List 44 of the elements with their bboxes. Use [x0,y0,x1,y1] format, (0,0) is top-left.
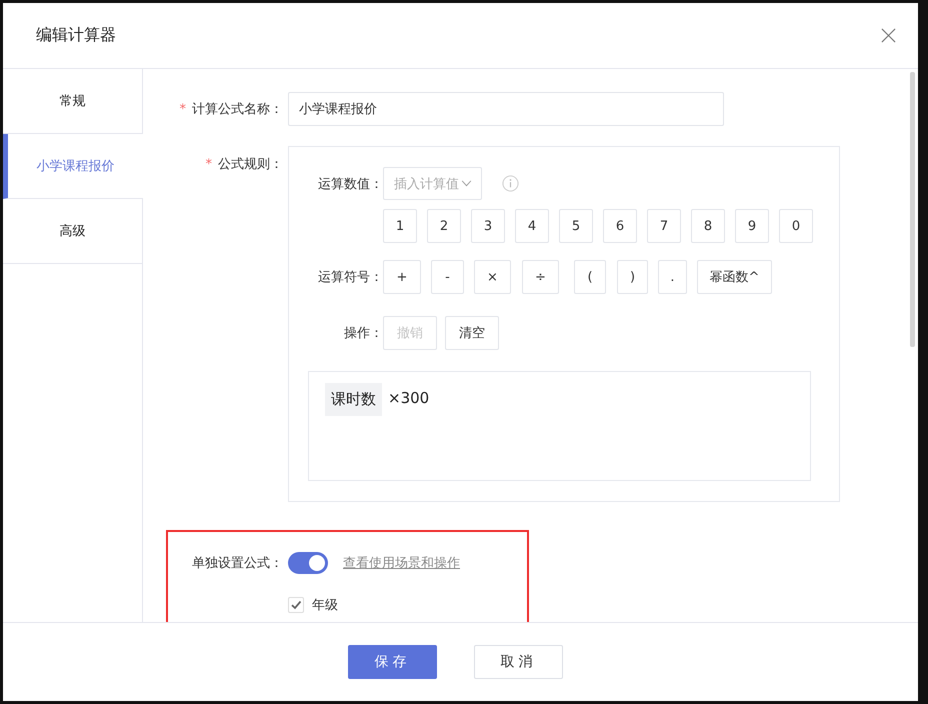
row-label: 运算数值： [317,176,383,192]
close-icon[interactable] [881,28,896,43]
digit-key[interactable]: 7 [647,209,681,243]
operator-key[interactable]: ( [574,260,606,294]
field-label: 公式规则： [218,156,283,173]
row-label: 操作： [343,325,383,342]
dialog-title: 编辑计算器 [36,25,116,46]
cancel-button[interactable]: 取消 [474,645,563,679]
digit-key[interactable]: 8 [691,209,725,243]
digit-key[interactable]: 5 [559,209,593,243]
formula-text: ×300 [387,388,430,409]
action-button[interactable]: 清空 [445,316,499,350]
checkbox[interactable] [288,597,304,613]
chevron-icon [461,180,472,187]
operator-key[interactable]: ÷ [522,260,559,294]
sidebar-tab[interactable]: 小学课程报价 [3,134,143,199]
digit-key[interactable]: 0 [779,209,813,243]
select-placeholder: 插入计算值 [394,176,459,192]
digit-key[interactable]: 1 [383,209,417,243]
digit-key[interactable]: 3 [471,209,505,243]
scrollbar[interactable] [910,72,915,347]
save-button[interactable]: 保存 [348,645,437,679]
field-label: 计算公式名称： [192,101,283,118]
digit-key[interactable]: 4 [515,209,549,243]
operator-key[interactable]: + [383,260,421,294]
formula-editor[interactable]: 课时数 ×300 [308,371,811,481]
help-link[interactable]: 查看使用场景和操作 [343,554,460,572]
required-mark: * [206,156,212,172]
field-label: 单独设置公式： [192,555,283,572]
toggle-switch[interactable] [288,552,328,574]
operator-key[interactable]: . [658,260,687,294]
row-label: 运算符号： [317,269,383,286]
digit-key[interactable]: 9 [735,209,769,243]
sidebar-tab[interactable]: 高级 [3,199,143,264]
name-input[interactable]: 小学课程报价 [288,92,724,126]
required-mark: * [180,102,186,116]
operator-key[interactable]: 幂函数^ [697,260,772,294]
digit-key[interactable]: 6 [603,209,637,243]
operator-key[interactable]: - [431,260,464,294]
operator-key[interactable]: × [474,260,511,294]
checkbox-label: 年级 [312,597,338,614]
operator-key[interactable]: ) [617,260,648,294]
digit-key[interactable]: 2 [427,209,461,243]
variable-token: 课时数 [325,383,382,416]
